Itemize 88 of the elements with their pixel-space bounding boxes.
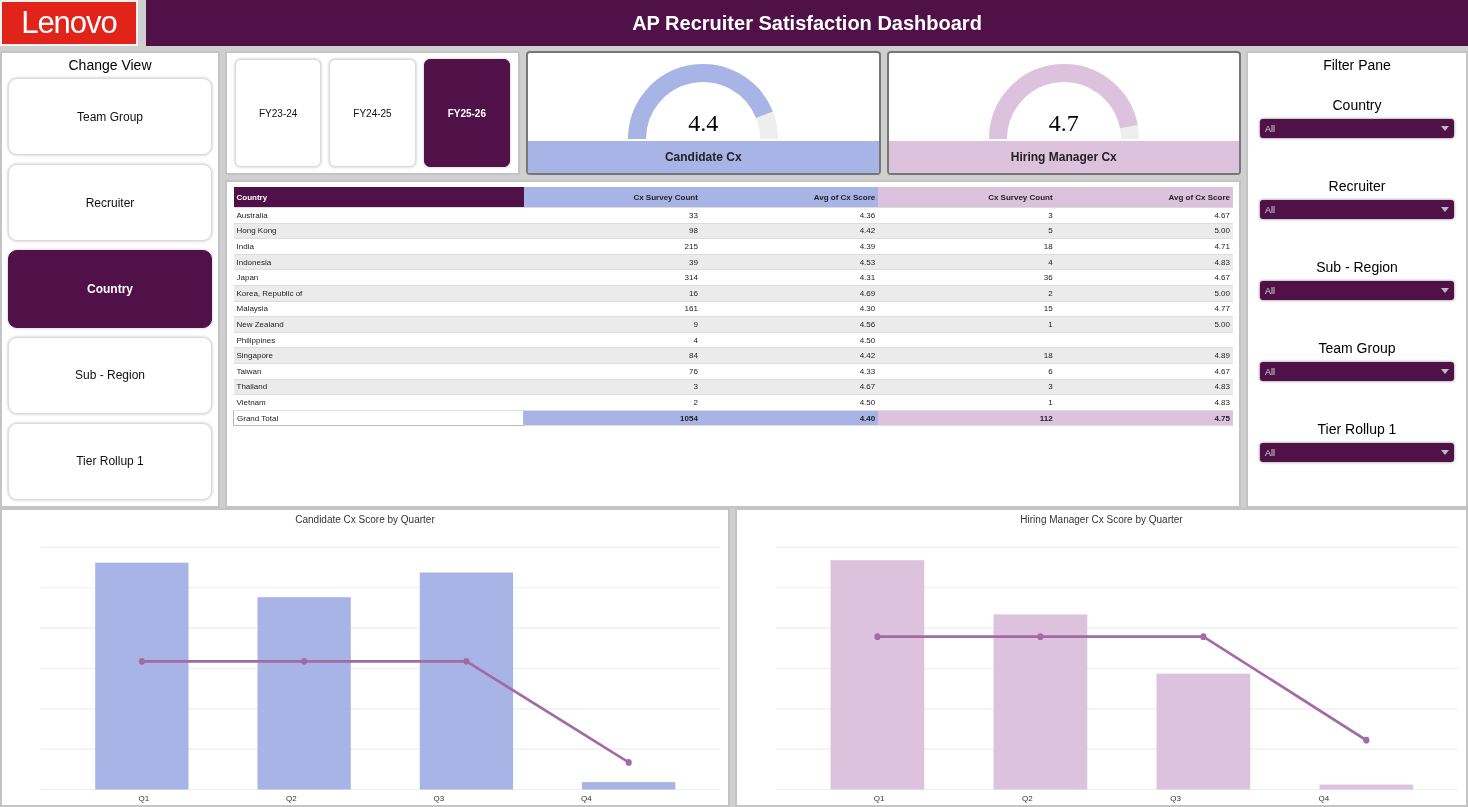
- table-cell: Taiwan: [233, 363, 524, 380]
- data-point: [1363, 736, 1370, 744]
- table-cell: 15: [878, 301, 1056, 317]
- year-button[interactable]: FY24-25: [329, 59, 416, 167]
- table-cell: 33: [523, 207, 701, 224]
- chart-title: Hiring Manager Cx Score by Quarter: [1019, 514, 1184, 525]
- axis-label: Q1: [138, 794, 150, 803]
- table-cell: 314: [523, 269, 701, 286]
- axis-label: Q2: [285, 794, 297, 803]
- year-button[interactable]: FY25-26: [423, 59, 510, 167]
- axis-label: Q1: [873, 794, 885, 803]
- year-button[interactable]: FY23-24: [235, 59, 322, 167]
- data-point: [625, 759, 632, 766]
- table-cell: 76: [523, 363, 701, 380]
- column-header: Cx Survey Count: [878, 187, 1056, 208]
- table-cell: 4.67: [1055, 207, 1233, 224]
- axis-label: Q4: [1318, 794, 1330, 803]
- view-button[interactable]: Tier Rollup 1: [8, 422, 212, 500]
- table-cell: 36: [878, 269, 1056, 286]
- data-point: [1200, 633, 1207, 640]
- table-cell: 6: [878, 363, 1056, 380]
- table-cell: Australia: [233, 207, 524, 224]
- column-header: Country: [233, 187, 524, 208]
- caret-icon: [1441, 207, 1449, 212]
- filter-label: Country: [1331, 97, 1383, 113]
- data-point: [301, 657, 308, 665]
- filter-dropdown[interactable]: All: [1260, 200, 1454, 219]
- column-header: Avg of Cx Score: [700, 187, 879, 208]
- table-cell: 2: [523, 394, 701, 411]
- table-cell: 4.39: [700, 238, 879, 255]
- axis-label: Q4: [580, 794, 592, 803]
- chart-title: Candidate Cx Score by Quarter: [294, 514, 436, 525]
- data-point: [138, 657, 145, 665]
- table-cell: 4.33: [700, 363, 879, 380]
- filter-label: Recruiter: [1327, 178, 1387, 194]
- table-cell: 4.83: [1055, 394, 1233, 411]
- caret-icon: [1441, 369, 1449, 374]
- table-cell: 3: [878, 207, 1056, 224]
- table-cell: 4.50: [700, 394, 879, 411]
- filter-label: Tier Rollup 1: [1316, 421, 1398, 437]
- gauge-value: 4.4: [688, 110, 719, 137]
- filter-dropdown[interactable]: All: [1260, 443, 1454, 462]
- gauge-label: Hiring Manager Cx: [888, 141, 1239, 173]
- data-point: [874, 633, 881, 640]
- panel-title: Filter Pane: [1322, 57, 1392, 73]
- table-cell: 4.71: [1055, 238, 1233, 255]
- view-button[interactable]: Recruiter: [8, 164, 212, 242]
- column-header: Cx Survey Count: [523, 187, 701, 208]
- panel-title: Change View: [67, 57, 153, 73]
- table-cell: India: [233, 238, 524, 255]
- table-cell: 18: [878, 238, 1056, 255]
- total-cell: Grand Total: [233, 410, 524, 426]
- dashboard-title: AP Recruiter Satisfaction Dashboard: [146, 0, 1468, 46]
- view-button[interactable]: Team Group: [8, 78, 212, 156]
- table-cell: 4.31: [700, 269, 879, 286]
- view-button[interactable]: Sub - Region: [8, 336, 212, 414]
- table-cell: 4.50: [700, 332, 879, 348]
- data-point: [463, 657, 470, 665]
- view-button[interactable]: Country: [8, 250, 212, 328]
- table-cell: 161: [523, 301, 701, 317]
- filter-dropdown[interactable]: All: [1260, 362, 1454, 381]
- axis-label: Q2: [1022, 794, 1033, 803]
- filter-label: Team Group: [1317, 340, 1397, 356]
- axis-label: Q3: [433, 794, 445, 803]
- column-header: Avg of Cx Score: [1055, 187, 1233, 208]
- table-cell: Japan: [233, 269, 524, 286]
- filter-dropdown[interactable]: All: [1260, 281, 1454, 300]
- table-cell: Malaysia: [233, 301, 524, 317]
- gauge-label: Candidate Cx: [528, 141, 879, 173]
- table-cell: 4.67: [1055, 363, 1233, 380]
- caret-icon: [1441, 450, 1449, 455]
- table-cell: 4.36: [700, 207, 879, 224]
- caret-icon: [1441, 288, 1449, 293]
- table-cell: 4.67: [1055, 269, 1233, 286]
- axis-label: Q3: [1170, 794, 1181, 803]
- table-cell: Vietnam: [233, 394, 524, 411]
- table-cell: 4.30: [700, 301, 879, 317]
- logo: Lenovo: [0, 0, 138, 46]
- table-cell: 4: [523, 332, 701, 348]
- table-cell: 4.77: [1055, 301, 1233, 317]
- filter-label: Sub - Region: [1315, 259, 1399, 275]
- table-cell: Philippines: [233, 332, 524, 348]
- caret-icon: [1441, 126, 1449, 131]
- gauge-value: 4.7: [1048, 110, 1079, 137]
- filter-dropdown[interactable]: All: [1260, 119, 1454, 138]
- table-cell: 1: [878, 394, 1056, 411]
- data-point: [1037, 633, 1044, 640]
- table-cell: 215: [523, 238, 701, 255]
